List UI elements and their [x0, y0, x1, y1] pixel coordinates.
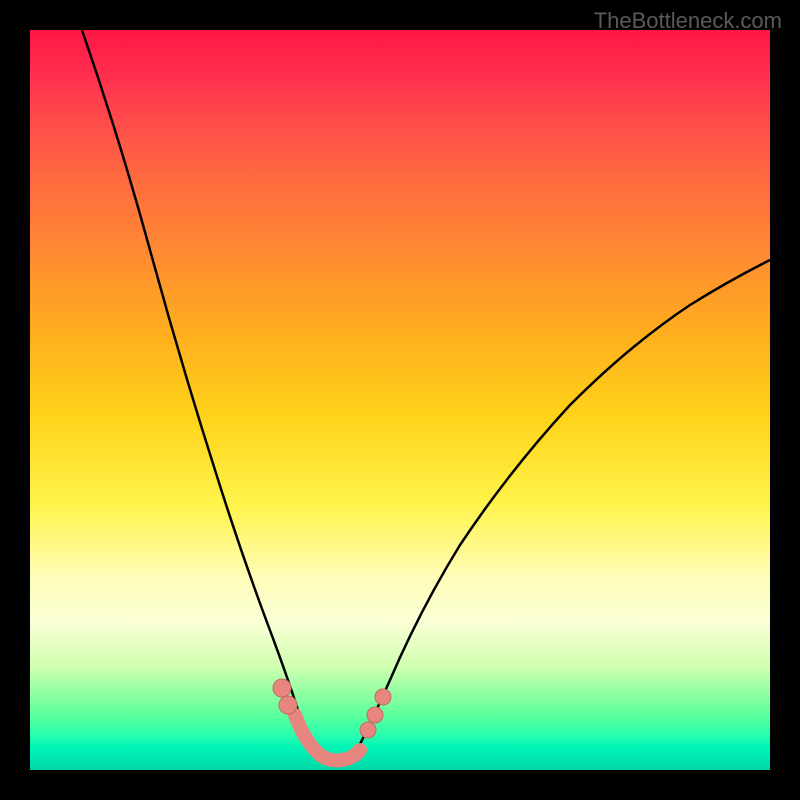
- marker-dot: [360, 722, 376, 738]
- marker-valley-line: [295, 715, 360, 760]
- curve-container: [30, 30, 770, 770]
- left-curve: [82, 30, 312, 748]
- watermark-text: TheBottleneck.com: [594, 8, 782, 34]
- chart-svg: [30, 30, 770, 770]
- marker-dot: [273, 679, 291, 697]
- chart-plot-area: [30, 30, 770, 770]
- marker-dot: [279, 696, 297, 714]
- right-curve: [358, 260, 770, 748]
- marker-dot: [375, 689, 391, 705]
- marker-dot: [367, 707, 383, 723]
